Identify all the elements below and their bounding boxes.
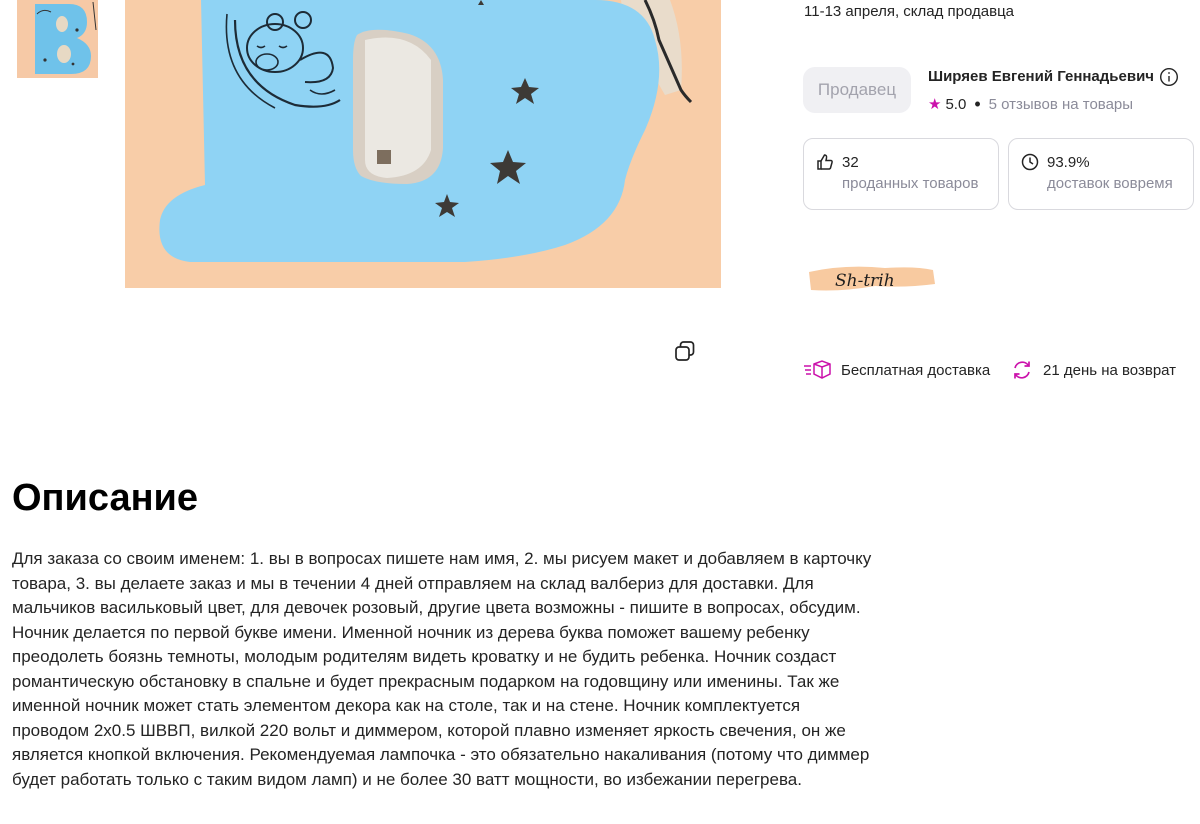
stat-label: доставок вовремя (1047, 175, 1173, 192)
seller-name[interactable]: Ширяев Евгений Геннадьевич (928, 68, 1154, 85)
stat-card-sold: 32 проданных товаров (803, 138, 999, 210)
refresh-icon (1014, 361, 1030, 379)
return-info: 21 день на возврат (1011, 359, 1176, 381)
delivery-date: 11-13 апреля, склад продавца (804, 3, 1014, 20)
night-light-photo (125, 0, 721, 288)
stat-card-on-time: 93.9% доставок вовремя (1008, 138, 1194, 210)
delivery-box-icon (804, 360, 831, 379)
rating-value: 5.0 (945, 95, 967, 113)
brand-logo-text: Sh-trih (835, 271, 895, 291)
stat-value: 32 (842, 153, 859, 171)
return-label: 21 день на возврат (1043, 361, 1177, 379)
thumbs-up-icon (817, 154, 833, 170)
seller-rating: ★ 5.0 • 5 отзывов на товары (928, 95, 1133, 113)
reviews-count[interactable]: 5 отзывов на товары (989, 96, 1133, 113)
free-delivery-info: Бесплатная доставка (803, 359, 990, 381)
clock-icon (1021, 153, 1039, 171)
seller-button[interactable]: Продавец (803, 67, 911, 113)
free-delivery-label: Бесплатная доставка (841, 361, 991, 379)
description-title: Описание (12, 477, 199, 519)
star-icon: ★ (928, 96, 942, 113)
description-text: Для заказа со своим именем: 1. вы в вопр… (12, 549, 872, 789)
product-main-image[interactable] (125, 0, 721, 288)
thumbnail-image (17, 0, 98, 78)
stat-label: проданных товаров (842, 175, 979, 192)
copy-icon[interactable] (672, 338, 698, 364)
product-thumbnail[interactable] (17, 0, 98, 78)
separator-dot: • (974, 94, 981, 114)
stat-value: 93.9% (1047, 153, 1090, 171)
brand-logo[interactable]: Sh-trih (805, 258, 939, 300)
info-icon[interactable] (1159, 67, 1179, 92)
